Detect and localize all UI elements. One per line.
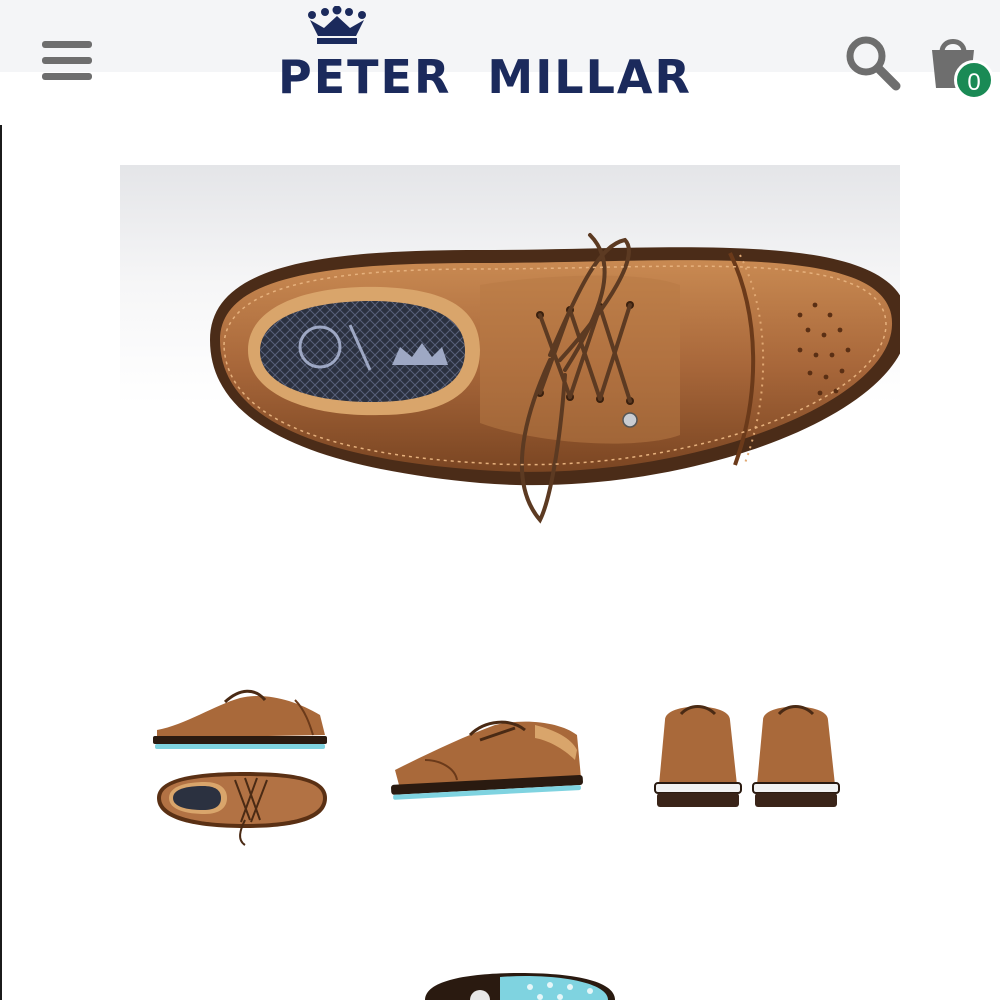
product-thumbnail-3[interactable] (645, 690, 850, 825)
product-thumbnail-1[interactable] (145, 670, 335, 855)
site-header: PETER MILLAR 0 (0, 0, 1000, 125)
product-main-image[interactable] (120, 165, 900, 585)
cart-button[interactable]: 0 (928, 30, 996, 102)
product-thumbnail-2[interactable] (385, 700, 595, 810)
hamburger-menu-icon (40, 38, 94, 84)
product-thumbnail-4[interactable] (410, 955, 630, 1000)
brand-logo[interactable]: PETER MILLAR (228, 5, 742, 104)
crown-icon (304, 5, 370, 46)
cart-count-badge: 0 (954, 60, 994, 100)
search-icon (842, 36, 902, 96)
menu-button[interactable] (40, 38, 94, 84)
search-button[interactable] (842, 32, 902, 92)
page-edge (0, 0, 2, 1000)
brand-wordmark: PETER MILLAR (278, 50, 692, 104)
